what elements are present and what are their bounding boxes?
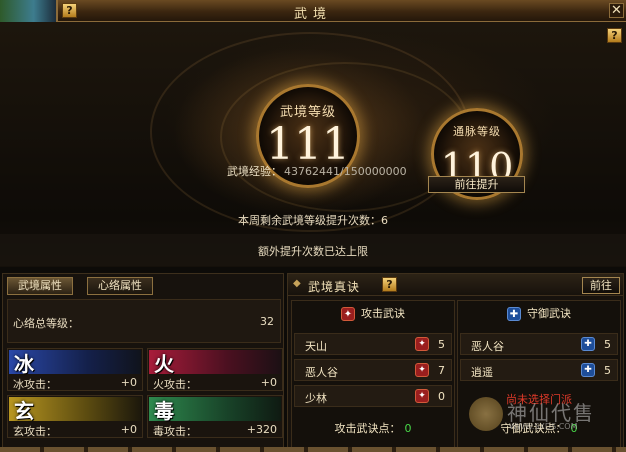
attack-formula-row[interactable]: 恶人谷 ✦ 7 [294, 359, 452, 381]
shield-icon: ✚ [507, 307, 521, 321]
poison-attack-stat: 毒 毒攻击： +320 [147, 395, 283, 438]
meridian-level-label: 通脉等级 [453, 125, 501, 138]
mystic-attack-label: 玄攻击： [13, 425, 57, 438]
martial-realm-level-label: 武境等级 [279, 105, 336, 120]
true-formula-help-icon[interactable]: ? [382, 277, 397, 292]
poison-attack-value: +320 [246, 423, 277, 436]
true-formula-title: 武境真诀 [308, 280, 361, 294]
mystic-element-icon: 玄 [14, 399, 34, 423]
ice-attack-value: +0 [120, 376, 137, 389]
school-name: 天山 [305, 340, 327, 353]
attack-point-icon: ✦ [415, 363, 429, 377]
close-icon[interactable]: ✕ [609, 3, 624, 18]
defense-formula-row[interactable]: 逍遥 ✚ 5 [460, 359, 618, 381]
defense-formula-title: 守御武诀 [527, 307, 571, 320]
fire-bar: 火 [149, 350, 281, 376]
attack-formula-row[interactable]: 少林 ✦ 0 [294, 385, 452, 407]
school-count: 5 [604, 364, 611, 377]
fire-attack-value: +0 [260, 376, 277, 389]
experience-label: 武境经验： [227, 165, 282, 178]
attack-points-value: 0 [404, 422, 412, 435]
attack-point-icon: ✦ [415, 389, 429, 403]
hero-help-icon[interactable]: ? [607, 28, 622, 43]
school-count: 0 [438, 390, 445, 403]
experience-value: 43762441/150000000 [284, 165, 407, 178]
poison-element-icon: 毒 [154, 399, 174, 423]
mystic-attack-stat: 玄 玄攻击： +0 [7, 395, 143, 438]
true-formula-panel: ◆ 武境真诀 ? 前往 ✦ 攻击武诀 天山 ✦ 5 恶人谷 ✦ 7 少林 ✦ 0 … [287, 273, 624, 452]
level-hero-area: ? 武境等级 111 通脉等级 110 武境经验： 43762441/150000… [0, 22, 626, 267]
mystic-bar: 玄 [9, 397, 141, 423]
tab-meridian-attributes[interactable]: 心络属性 [87, 277, 153, 295]
goto-upgrade-button[interactable]: 前往提升 [428, 176, 525, 193]
window-titlebar: ? 武境 ✕ [0, 0, 626, 22]
fire-attack-stat: 火 火攻击： +0 [147, 348, 283, 391]
attack-formula-column: ✦ 攻击武诀 天山 ✦ 5 恶人谷 ✦ 7 少林 ✦ 0 攻击武诀点： 0 [291, 300, 455, 450]
attack-formula-title: 攻击武诀 [361, 307, 405, 320]
defense-formula-row[interactable]: 恶人谷 ✚ 5 [460, 333, 618, 355]
meridian-total-label: 心络总等级： [13, 317, 79, 330]
goto-button[interactable]: 前往 [582, 277, 620, 294]
weekly-upgrade-count: 本周剩余武境等级提升次数：6 [238, 214, 388, 227]
school-name: 恶人谷 [305, 366, 338, 379]
meridian-total-value: 32 [260, 315, 274, 328]
fire-element-icon: 火 [154, 352, 174, 376]
ice-attack-stat: 冰 冰攻击： +0 [7, 348, 143, 391]
watermark-url: WWW.SXDS.COM [509, 422, 578, 431]
attribute-panel: 武境属性 心络属性 心络总等级： 32 冰 冰攻击： +0 火 火攻击： +0 … [2, 273, 284, 452]
tab-martial-realm-attributes[interactable]: 武境属性 [7, 277, 73, 295]
bonus-limit-text: 额外提升次数已达上限 [258, 245, 368, 258]
school-count: 7 [438, 364, 445, 377]
attack-point-icon: ✦ [415, 337, 429, 351]
school-name: 恶人谷 [471, 340, 504, 353]
defense-point-icon: ✚ [581, 337, 595, 351]
attack-points-label: 攻击武诀点： [334, 422, 401, 435]
attack-points: 攻击武诀点： 0 [292, 420, 454, 436]
defense-formula-header: ✚ 守御武诀 [458, 303, 620, 325]
fire-attack-label: 火攻击： [153, 378, 197, 391]
defense-point-icon: ✚ [581, 363, 595, 377]
attack-formula-icon: ✦ [341, 307, 355, 321]
site-watermark: 神仙代售 WWW.SXDS.COM [469, 395, 619, 435]
school-name: 少林 [305, 392, 327, 405]
attack-formula-row[interactable]: 天山 ✦ 5 [294, 333, 452, 355]
ice-element-icon: 冰 [14, 352, 34, 376]
school-count: 5 [604, 338, 611, 351]
ice-attack-label: 冰攻击： [13, 378, 57, 391]
mystic-attack-value: +0 [120, 423, 137, 436]
meridian-total-level: 心络总等级： 32 [7, 299, 281, 343]
bottom-hotbar-strip [0, 447, 626, 452]
ice-bar: 冰 [9, 350, 141, 376]
attack-formula-header: ✦ 攻击武诀 [292, 303, 454, 325]
watermark-logo-icon [469, 397, 503, 431]
school-count: 5 [438, 338, 445, 351]
window-title: 武境 [293, 7, 332, 22]
poison-attack-label: 毒攻击： [153, 425, 197, 438]
school-name: 逍遥 [471, 366, 493, 379]
diamond-bullet-icon: ◆ [293, 278, 301, 289]
experience-line: 武境经验： 43762441/150000000 [227, 163, 407, 179]
true-formula-header: ◆ 武境真诀 ? 前往 [288, 274, 623, 296]
poison-bar: 毒 [149, 397, 281, 423]
